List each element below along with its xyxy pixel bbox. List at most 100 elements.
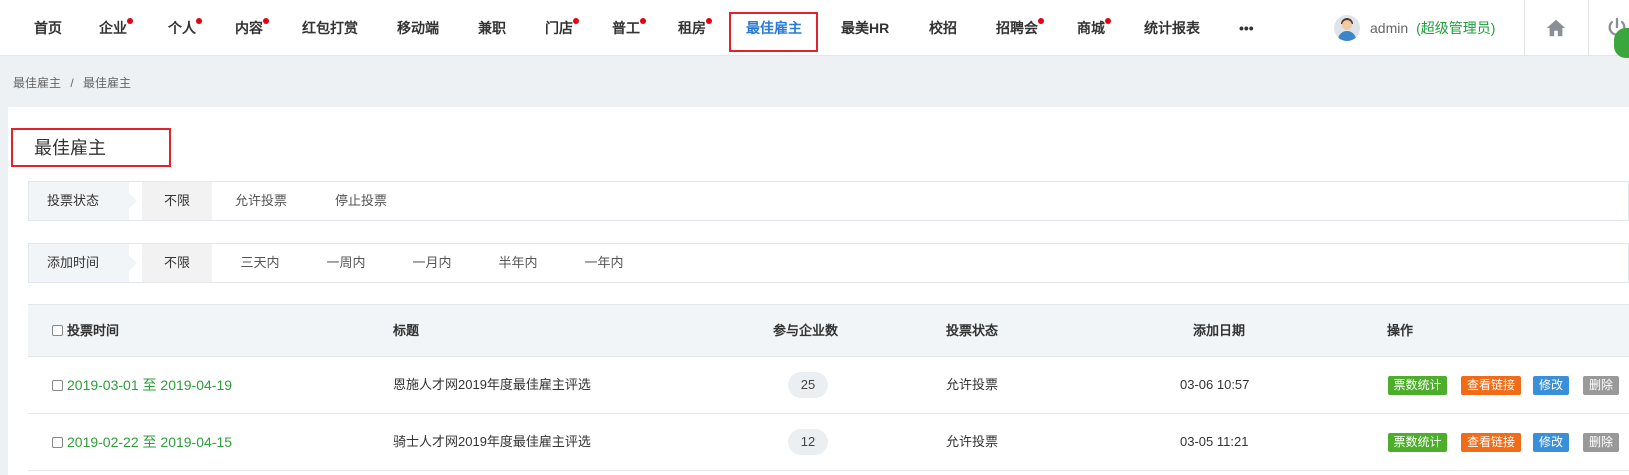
avatar — [1334, 15, 1360, 41]
filter-label: 投票状态 — [29, 182, 137, 220]
vote-stats-button[interactable]: 票数统计 — [1388, 376, 1447, 395]
view-link-button[interactable]: 查看链接 — [1461, 433, 1521, 452]
vote-start-date: 2019-03-01 — [67, 377, 139, 393]
filter-option-any[interactable]: 不限 — [142, 182, 212, 220]
count-badge: 25 — [788, 372, 828, 398]
notification-dot — [1038, 18, 1044, 24]
nav-item-rental[interactable]: 租房 — [678, 0, 712, 56]
nav-label: 商城 — [1077, 20, 1105, 36]
nav-label: 红包打赏 — [302, 20, 358, 36]
nav-item-store[interactable]: 门店 — [545, 0, 579, 56]
row-checkbox[interactable] — [52, 436, 63, 448]
nav-label: 门店 — [545, 20, 573, 36]
row-status: 允许投票 — [946, 377, 999, 392]
vote-end-date: 2019-04-15 — [160, 434, 233, 450]
vote-period-separator: 至 — [142, 434, 157, 450]
nav-item-mall[interactable]: 商城 — [1077, 0, 1111, 56]
more-icon: ••• — [1239, 20, 1254, 36]
nav-label: 招聘会 — [996, 20, 1038, 36]
nav-item-campus[interactable]: 校招 — [929, 0, 957, 56]
nav-label: 内容 — [235, 20, 263, 36]
filter-option-one-week[interactable]: 一周内 — [311, 244, 381, 282]
filter-option-stop-vote[interactable]: 停止投票 — [319, 182, 403, 220]
delete-button[interactable]: 删除 — [1583, 376, 1619, 395]
header-actions: 操作 — [1387, 323, 1414, 338]
nav-item-home[interactable]: 首页 — [34, 0, 62, 56]
filter-option-one-month[interactable]: 一月内 — [397, 244, 467, 282]
view-link-button[interactable]: 查看链接 — [1461, 376, 1521, 395]
nav-item-red-packet[interactable]: 红包打赏 — [302, 0, 358, 56]
breadcrumb: 最佳雇主 / 最佳雇主 — [13, 74, 137, 91]
nav-label: 统计报表 — [1144, 20, 1200, 36]
row-title[interactable]: 骑士人才网2019年度最佳雇主评选 — [393, 414, 591, 470]
vote-period-separator: 至 — [142, 377, 157, 393]
row-added: 03-06 10:57 — [1180, 377, 1250, 392]
page-title: 最佳雇主 — [34, 138, 106, 158]
row-checkbox[interactable] — [52, 379, 63, 391]
notification-dot — [196, 18, 202, 24]
nav-label: 租房 — [678, 20, 706, 36]
vote-end-date: 2019-04-19 — [160, 377, 233, 393]
nav-label: 首页 — [34, 20, 62, 36]
notification-dot — [640, 18, 646, 24]
nav-label: 普工 — [612, 20, 640, 36]
filter-option-three-days[interactable]: 三天内 — [225, 244, 295, 282]
header-vote-time: 投票时间 — [52, 305, 119, 356]
nav-label: 企业 — [99, 20, 127, 36]
row-title[interactable]: 恩施人才网2019年度最佳雇主评选 — [393, 357, 591, 413]
nav-item-best-hr[interactable]: 最美HR — [841, 0, 889, 56]
table-row: 2019-02-22 至 2019-04-15 骑士人才网2019年度最佳雇主评… — [28, 414, 1629, 471]
header-added: 添加日期 — [1193, 323, 1246, 338]
home-icon[interactable] — [1545, 17, 1567, 39]
notification-dot — [127, 18, 133, 24]
filter-label: 添加时间 — [29, 244, 137, 282]
table-row: 2019-03-01 至 2019-04-19 恩施人才网2019年度最佳雇主评… — [28, 357, 1629, 414]
nav-item-personal[interactable]: 个人 — [168, 0, 202, 56]
select-all-checkbox[interactable] — [52, 325, 63, 337]
nav-item-mobile[interactable]: 移动端 — [397, 0, 439, 56]
edit-button[interactable]: 修改 — [1533, 376, 1569, 395]
vote-start-date: 2019-02-22 — [67, 434, 139, 450]
divider — [1524, 0, 1525, 56]
vote-period: 2019-03-01 至 2019-04-19 — [52, 357, 232, 413]
notification-dot — [706, 18, 712, 24]
nav-item-content[interactable]: 内容 — [235, 0, 269, 56]
filter-option-any[interactable]: 不限 — [142, 244, 212, 282]
filter-option-allow-vote[interactable]: 允许投票 — [219, 182, 303, 220]
row-status: 允许投票 — [946, 434, 999, 449]
header-companies: 参与企业数 — [773, 323, 839, 338]
edit-button[interactable]: 修改 — [1533, 433, 1569, 452]
row-companies: 12 — [788, 414, 828, 470]
divider — [1588, 0, 1589, 56]
table-header: 投票时间 标题 参与企业数 投票状态 添加日期 操作 — [28, 304, 1629, 357]
filter-add-time: 添加时间 不限 三天内 一周内 一月内 半年内 一年内 — [28, 243, 1629, 283]
row-companies: 25 — [788, 357, 828, 413]
nav-item-job-fair[interactable]: 招聘会 — [996, 0, 1044, 56]
filter-option-half-year[interactable]: 半年内 — [483, 244, 553, 282]
top-nav-bar: 首页 企业 个人 内容 红包打赏 移动端 兼职 门店 普工 租房 最佳雇主 最美… — [0, 0, 1629, 58]
nav-label: 移动端 — [397, 20, 439, 36]
header-label: 投票时间 — [67, 323, 120, 338]
username: admin — [1370, 20, 1409, 36]
notification-dot — [573, 18, 579, 24]
breadcrumb-separator: / — [70, 76, 74, 90]
delete-button[interactable]: 删除 — [1583, 433, 1619, 452]
nav-item-company[interactable]: 企业 — [99, 0, 133, 56]
nav-label: 个人 — [168, 20, 196, 36]
nav-item-more[interactable]: ••• — [1239, 0, 1254, 56]
notification-dot — [263, 18, 269, 24]
filter-option-one-year[interactable]: 一年内 — [569, 244, 639, 282]
nav-label: 最美HR — [841, 20, 890, 36]
user-role: (超级管理员) — [1416, 20, 1496, 36]
active-nav-highlight — [729, 12, 818, 52]
breadcrumb-current: 最佳雇主 — [83, 76, 132, 90]
user-menu[interactable]: admin (超级管理员) — [1334, 13, 1495, 43]
filter-vote-status: 投票状态 不限 允许投票 停止投票 — [28, 181, 1629, 221]
nav-item-part-time[interactable]: 兼职 — [478, 0, 506, 56]
brand-leaf-icon — [1614, 28, 1629, 58]
vote-period: 2019-02-22 至 2019-04-15 — [52, 414, 232, 470]
nav-item-reports[interactable]: 统计报表 — [1144, 0, 1200, 56]
nav-item-worker[interactable]: 普工 — [612, 0, 646, 56]
breadcrumb-root[interactable]: 最佳雇主 — [13, 76, 61, 90]
vote-stats-button[interactable]: 票数统计 — [1388, 433, 1447, 452]
